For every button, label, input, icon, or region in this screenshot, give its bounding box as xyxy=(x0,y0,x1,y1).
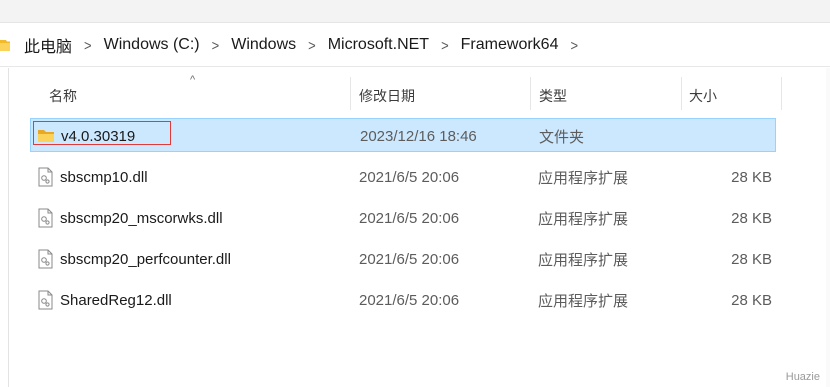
file-size xyxy=(671,119,773,153)
address-bar[interactable]: 此电脑 > Windows (C:) > Windows > Microsoft… xyxy=(0,26,830,64)
file-row[interactable]: sbscmp10.dll 2021/6/5 20:06 应用程序扩展 28 KB xyxy=(30,160,776,194)
dll-file-icon xyxy=(38,167,53,187)
file-size: 28 KB xyxy=(731,291,772,309)
file-name: sbscmp10.dll xyxy=(60,168,148,186)
file-date: 2021/6/5 20:06 xyxy=(359,250,460,268)
window-top-strip xyxy=(0,0,830,23)
dll-file-icon xyxy=(38,249,53,269)
column-divider[interactable] xyxy=(530,77,531,110)
file-type: 应用程序扩展 xyxy=(538,169,629,187)
column-header-size[interactable]: 大小 xyxy=(689,82,717,110)
file-size: 28 KB xyxy=(731,250,772,268)
watermark: Huazie xyxy=(785,371,820,383)
file-row[interactable]: sbscmp20_mscorwks.dll 2021/6/5 20:06 应用程… xyxy=(30,201,776,235)
file-type: 应用程序扩展 xyxy=(538,251,629,269)
chevron-right-icon[interactable]: > xyxy=(212,37,220,54)
chevron-right-icon[interactable]: > xyxy=(84,37,92,54)
file-name: sbscmp20_mscorwks.dll xyxy=(60,209,223,227)
breadcrumb-windows[interactable]: Windows xyxy=(231,36,296,54)
file-name: sbscmp20_perfcounter.dll xyxy=(60,250,231,268)
file-date: 2023/12/16 18:46 xyxy=(360,127,477,145)
chevron-right-icon[interactable]: > xyxy=(308,37,316,54)
breadcrumb-microsoft-net[interactable]: Microsoft.NET xyxy=(328,36,429,54)
breadcrumb-windows-c[interactable]: Windows (C:) xyxy=(104,36,200,54)
file-type: 文件夹 xyxy=(539,128,585,146)
file-name: SharedReg12.dll xyxy=(60,291,172,309)
breadcrumb-framework64[interactable]: Framework64 xyxy=(461,36,559,54)
column-divider[interactable] xyxy=(681,77,682,110)
column-header-date[interactable]: 修改日期 xyxy=(359,82,415,110)
file-row[interactable]: SharedReg12.dll 2021/6/5 20:06 应用程序扩展 28… xyxy=(30,283,776,317)
dll-file-icon xyxy=(38,290,53,310)
scrollbar-track[interactable] xyxy=(826,68,830,387)
chevron-right-icon[interactable]: > xyxy=(441,37,449,54)
column-header-size-label: 大小 xyxy=(689,88,717,104)
breadcrumb-this-pc[interactable]: 此电脑 xyxy=(24,33,72,57)
file-size: 28 KB xyxy=(731,168,772,186)
navigation-pane-edge xyxy=(8,68,9,387)
file-date: 2021/6/5 20:06 xyxy=(359,291,460,309)
file-date: 2021/6/5 20:06 xyxy=(359,209,460,227)
folder-icon xyxy=(0,40,10,51)
file-type: 应用程序扩展 xyxy=(538,292,629,310)
column-header-name[interactable]: 名称 xyxy=(49,82,77,110)
chevron-right-icon[interactable]: > xyxy=(570,37,578,54)
dll-file-icon xyxy=(38,208,53,228)
sort-ascending-icon: ^ xyxy=(190,74,196,86)
file-name: v4.0.30319 xyxy=(61,127,136,145)
column-divider[interactable] xyxy=(781,77,782,110)
column-divider[interactable] xyxy=(350,77,351,110)
file-row[interactable]: sbscmp20_perfcounter.dll 2021/6/5 20:06 … xyxy=(30,242,776,276)
column-header-date-label: 修改日期 xyxy=(359,88,415,104)
file-row[interactable]: v4.0.30319 2023/12/16 18:46 文件夹 xyxy=(30,118,776,152)
column-header-type-label: 类型 xyxy=(539,88,567,104)
file-date: 2021/6/5 20:06 xyxy=(359,168,460,186)
address-bar-divider xyxy=(0,66,830,67)
file-type: 应用程序扩展 xyxy=(538,210,629,228)
folder-icon xyxy=(38,130,54,142)
file-size: 28 KB xyxy=(731,209,772,227)
column-header-type[interactable]: 类型 xyxy=(539,82,567,110)
column-header-name-label: 名称 xyxy=(49,88,77,104)
